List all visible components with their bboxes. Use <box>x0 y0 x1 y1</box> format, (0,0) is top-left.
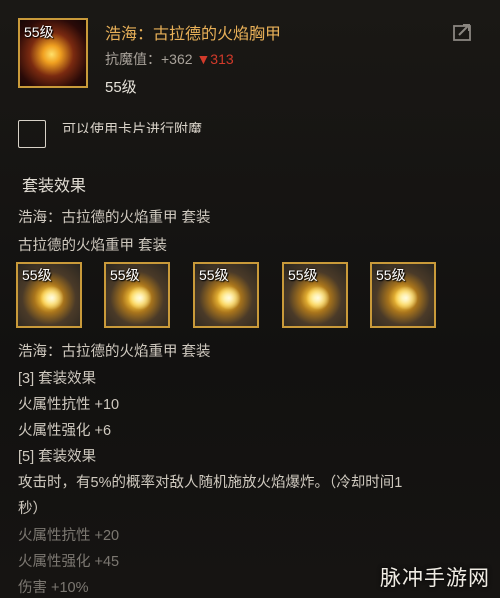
set-name-line-1: 浩海：古拉德的火焰重甲 套装 <box>18 210 211 226</box>
set-bonus-3-header: [3] 套装效果 <box>18 371 97 387</box>
set-item-slot-5[interactable]: 55级 <box>370 262 436 328</box>
set-name-line-3: 浩海：古拉德的火焰重甲 套装 <box>18 344 211 360</box>
stat-line: 抗魔值：+362 ▼313 <box>105 49 234 69</box>
stat-down-value: ▼313 <box>196 51 234 67</box>
set-bonus-5-fire-resist: 火属性抗性 +20 <box>18 528 120 544</box>
lightning-icon <box>306 286 330 310</box>
item-level-badge: 55级 <box>24 24 54 40</box>
set-bonus-3-fire-enhance: 火属性强化 +6 <box>18 423 112 439</box>
item-tooltip-panel: 55级 浩海：古拉德的火焰胸甲 抗魔值：+362 ▼313 55级 可以使用卡片… <box>0 0 500 598</box>
set-effect-title: 套装效果 <box>22 178 87 195</box>
item-name: 浩海：古拉德的火焰胸甲 <box>105 26 282 43</box>
set-bonus-5-damage: 伤害 +10% <box>18 580 89 596</box>
slot-level-badge: 55级 <box>376 267 406 283</box>
set-name-line-2: 古拉德的火焰重甲 套装 <box>18 238 168 254</box>
slot-level-badge: 55级 <box>110 267 140 283</box>
lightning-icon <box>40 286 64 310</box>
set-bonus-3-fire-resist: 火属性抗性 +10 <box>18 397 120 413</box>
item-level: 55级 <box>105 79 137 96</box>
lightning-icon <box>394 286 418 310</box>
set-item-slot-2[interactable]: 55级 <box>104 262 170 328</box>
slot-level-badge: 55级 <box>288 267 318 283</box>
site-watermark: 脉冲手游网 <box>380 567 490 590</box>
card-enchant-checkbox[interactable] <box>18 120 46 148</box>
set-bonus-5-description: 攻击时，有5%的概率对敌人随机施放火焰爆炸。（冷却时间1 <box>18 475 403 491</box>
set-bonus-5-description-cont: 秒） <box>18 501 47 517</box>
set-item-slot-4[interactable]: 55级 <box>282 262 348 328</box>
set-item-slot-3[interactable]: 55级 <box>193 262 259 328</box>
set-bonus-5-header: [5] 套装效果 <box>18 449 97 465</box>
set-item-slot-1[interactable]: 55级 <box>16 262 82 328</box>
lightning-icon <box>128 286 152 310</box>
slot-level-badge: 55级 <box>199 267 229 283</box>
slot-level-badge: 55级 <box>22 267 52 283</box>
share-icon[interactable] <box>452 22 474 42</box>
card-enchant-label: 可以使用卡片进行附魔 <box>62 121 202 133</box>
chestplate-item-icon[interactable]: 55级 <box>18 18 88 88</box>
stat-label: 抗魔值：+362 <box>105 51 193 67</box>
lightning-icon <box>217 286 241 310</box>
set-bonus-5-fire-enhance: 火属性强化 +45 <box>18 554 120 570</box>
